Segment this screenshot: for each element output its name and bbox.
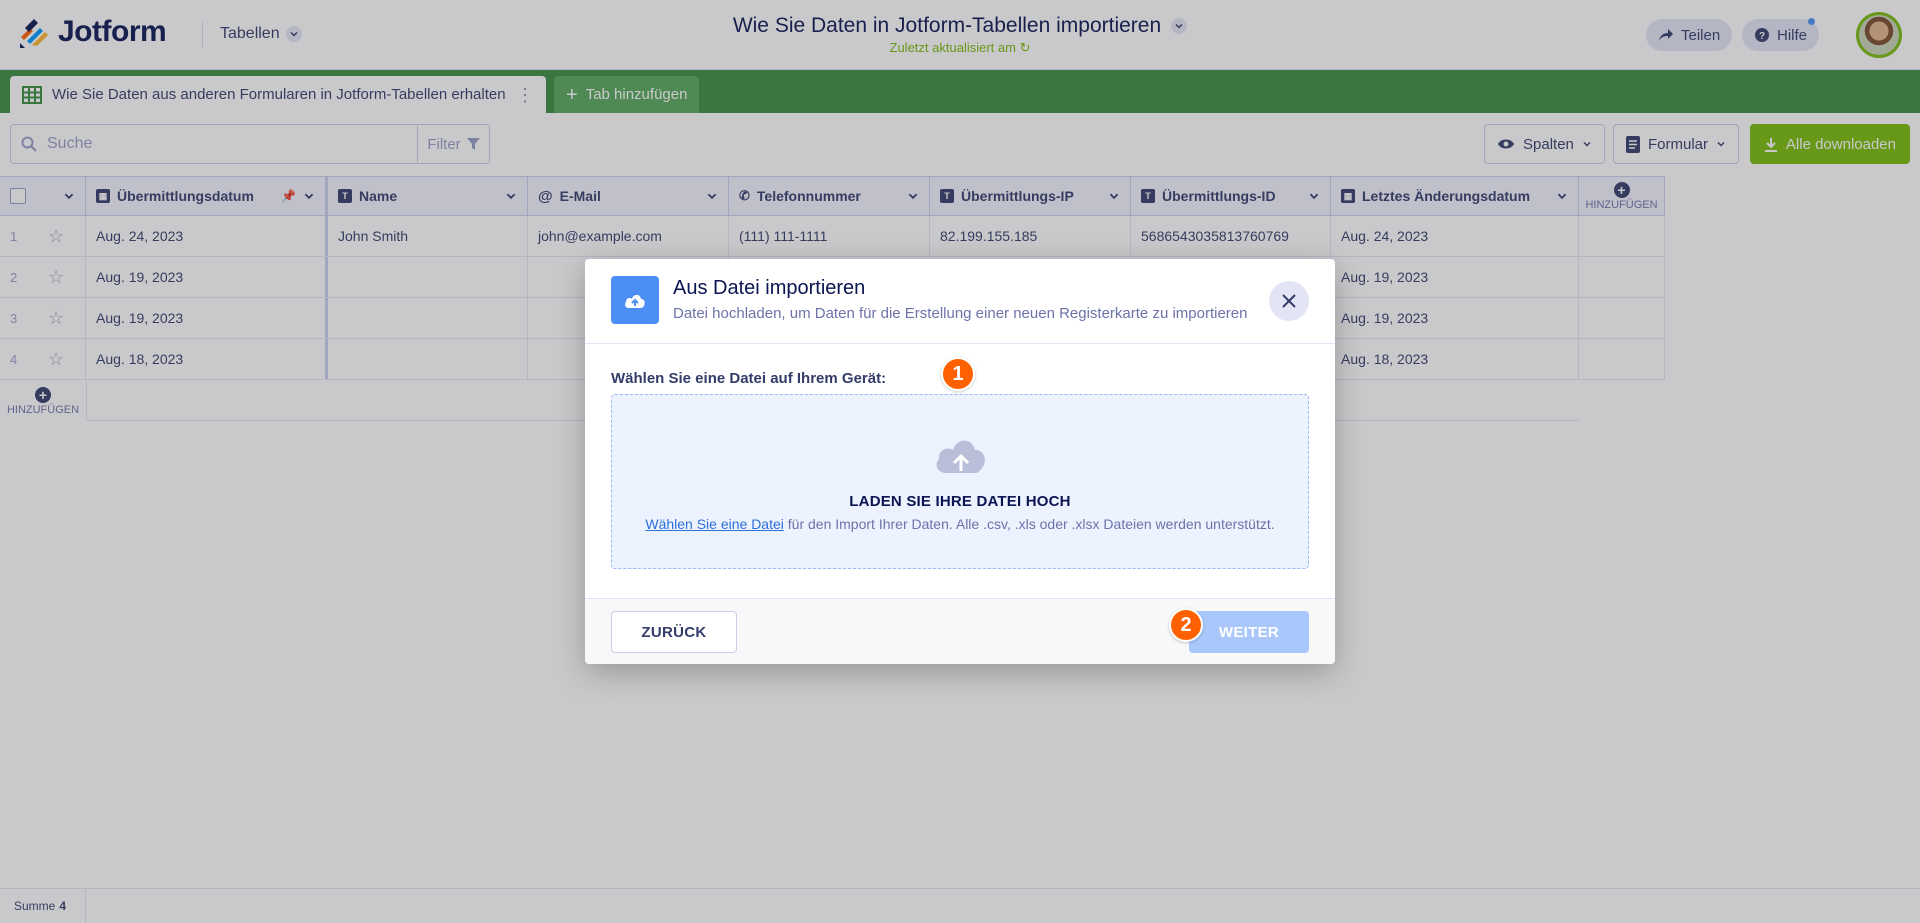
dropzone-help-text: für den Import Ihrer Daten. Alle .csv, .… xyxy=(783,516,1275,532)
modal-subtitle: Datei hochladen, um Daten für die Erstel… xyxy=(673,305,1248,322)
back-button[interactable]: ZURÜCK xyxy=(611,611,737,653)
import-file-modal: Aus Datei importieren Datei hochladen, u… xyxy=(585,259,1335,664)
close-button[interactable] xyxy=(1269,281,1309,321)
cloud-upload-icon xyxy=(936,440,985,473)
step-marker-1: 1 xyxy=(941,357,975,391)
close-icon xyxy=(1282,294,1296,308)
step-marker-2: 2 xyxy=(1169,608,1203,642)
file-dropzone[interactable]: LADEN SIE IHRE DATEI HOCH Wählen Sie ein… xyxy=(611,394,1309,569)
next-button[interactable]: WEITER xyxy=(1189,611,1309,653)
choose-file-label: Wählen Sie eine Datei auf Ihrem Gerät: xyxy=(611,370,887,387)
modal-footer: ZURÜCK WEITER 2 xyxy=(585,598,1335,664)
modal-header: Aus Datei importieren Datei hochladen, u… xyxy=(585,259,1335,344)
dropzone-description: Wählen Sie eine Datei für den Import Ihr… xyxy=(612,516,1308,532)
modal-body: Wählen Sie eine Datei auf Ihrem Gerät: L… xyxy=(585,344,1335,599)
modal-title: Aus Datei importieren xyxy=(673,277,866,299)
choose-file-link[interactable]: Wählen Sie eine Datei xyxy=(645,516,784,532)
dropzone-title: LADEN SIE IHRE DATEI HOCH xyxy=(849,493,1071,510)
cloud-upload-icon xyxy=(611,276,659,324)
